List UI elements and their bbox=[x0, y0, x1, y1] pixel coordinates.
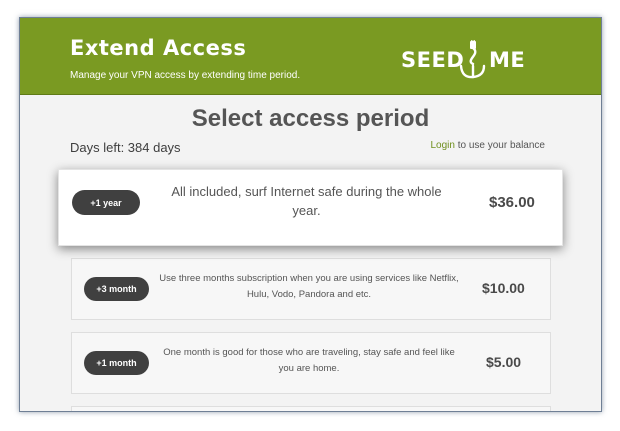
plan-description: All included, surf Internet safe during … bbox=[171, 184, 442, 218]
page-title: Select access period bbox=[191, 105, 430, 132]
header-bar: Extend Access Manage your VPN access by … bbox=[20, 18, 601, 95]
login-hint: Login to use your balance bbox=[430, 140, 545, 151]
seedme-logo: SEED ME bbox=[401, 40, 531, 80]
plan-description: One month is good for those who are trav… bbox=[163, 347, 455, 374]
plan-price: $5.00 bbox=[486, 354, 522, 370]
plan-card-1-year[interactable]: +1 year All included, surf Internet safe… bbox=[58, 169, 563, 246]
plan-1-month-button[interactable]: +1 month bbox=[84, 351, 149, 375]
cable-plug-icon bbox=[459, 40, 486, 79]
plan-price: $10.00 bbox=[482, 280, 525, 296]
page-header-title: Extend Access bbox=[70, 36, 247, 60]
plan-card-1-month[interactable]: +1 month One month is good for those who… bbox=[71, 332, 551, 394]
plan-card-3-month[interactable]: +3 month Use three months subscription w… bbox=[71, 258, 551, 320]
logo-text-right: ME bbox=[489, 48, 526, 72]
extend-access-window: Extend Access Manage your VPN access by … bbox=[19, 17, 602, 412]
days-left-text: Days left: 384 days bbox=[70, 140, 181, 155]
plan-3-month-button[interactable]: +3 month bbox=[84, 277, 149, 301]
plan-price: $36.00 bbox=[489, 194, 535, 211]
plan-description: Use three months subscription when you a… bbox=[159, 273, 459, 300]
login-link[interactable]: Login bbox=[430, 140, 454, 151]
login-hint-text: to use your balance bbox=[454, 140, 545, 151]
header-subtitle: Manage your VPN access by extending time… bbox=[70, 70, 301, 81]
plan-card-partial[interactable] bbox=[71, 406, 551, 411]
logo-text-left: SEED bbox=[401, 48, 465, 72]
plan-1-year-button[interactable]: +1 year bbox=[72, 190, 140, 215]
